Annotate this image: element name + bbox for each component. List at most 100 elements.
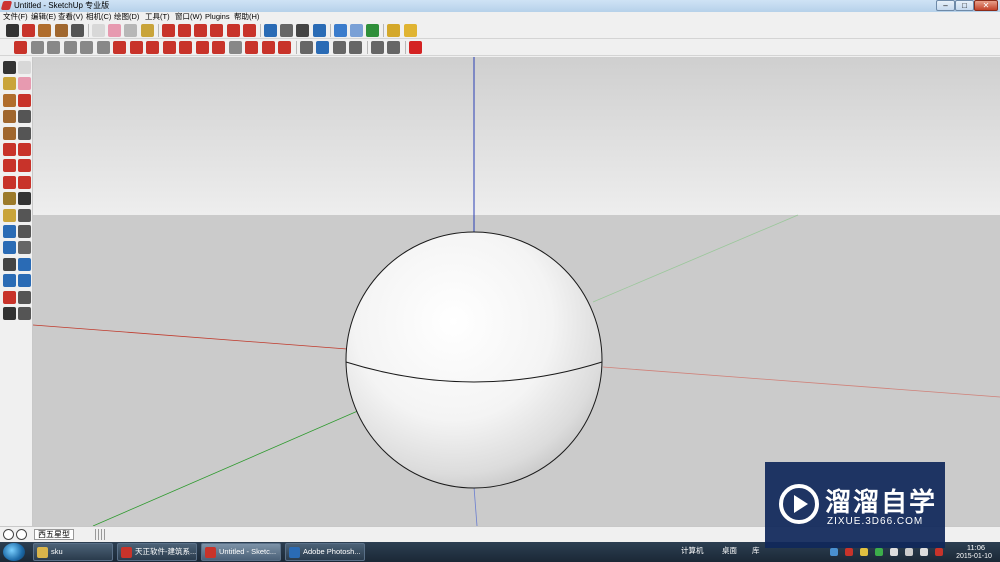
position-camera-icon[interactable]: [3, 290, 16, 304]
sphere[interactable]: [345, 231, 603, 489]
3d-warehouse-icon[interactable]: [333, 24, 347, 37]
taskbar-item-tangent[interactable]: 天正软件-建筑系...: [117, 543, 197, 561]
update-icon[interactable]: [860, 548, 868, 556]
text-tool-icon[interactable]: [18, 208, 31, 222]
layout-icon[interactable]: [403, 24, 417, 37]
menu-window[interactable]: 窗口(W): [175, 12, 202, 22]
followme-tool-icon[interactable]: [18, 159, 31, 173]
orbit-icon[interactable]: [264, 24, 277, 37]
previous-view-icon[interactable]: [3, 274, 16, 288]
orbit-tool-icon[interactable]: [3, 241, 16, 255]
close-button[interactable]: ✕: [974, 0, 998, 11]
line-tool-icon[interactable]: [162, 41, 176, 54]
su-plugin-icon[interactable]: [408, 41, 422, 54]
circle-icon[interactable]: [54, 24, 68, 37]
menu-tools[interactable]: 工具(T): [145, 12, 170, 22]
push-pull-icon[interactable]: [161, 24, 175, 37]
menu-draw[interactable]: 绘图(D): [114, 12, 139, 22]
eraser-icon[interactable]: [108, 24, 122, 37]
pan-tool-icon[interactable]: [18, 241, 31, 255]
next-view-icon[interactable]: [18, 274, 31, 288]
measurements-box[interactable]: 西五星型: [34, 529, 74, 540]
make-component-icon[interactable]: [92, 24, 105, 37]
look-around-icon[interactable]: [18, 290, 31, 304]
curved-surface-icon[interactable]: [228, 41, 242, 54]
share-model-icon[interactable]: [350, 24, 363, 37]
line-icon[interactable]: [18, 93, 31, 107]
get-components-icon[interactable]: [366, 24, 380, 37]
menu-plugins[interactable]: Plugins: [205, 12, 230, 22]
section-tool-icon[interactable]: [18, 307, 31, 320]
menu-help[interactable]: 帮助(H): [234, 12, 259, 22]
wall-tool-icon[interactable]: [30, 41, 44, 54]
weld-icon[interactable]: [278, 41, 291, 54]
axes-icon[interactable]: [3, 225, 16, 238]
rotate-tool-icon[interactable]: [3, 159, 16, 173]
tape-icon[interactable]: [3, 192, 16, 206]
freehand-icon[interactable]: [18, 126, 31, 140]
arc-tool-icon[interactable]: [18, 110, 31, 124]
railing-icon[interactable]: [80, 41, 93, 54]
trim-icon[interactable]: [212, 41, 225, 54]
explode-icon[interactable]: [387, 41, 400, 54]
scale-icon[interactable]: [226, 24, 240, 37]
taskbar-item-photoshop[interactable]: Adobe Photosh...: [285, 543, 365, 561]
taskbar-item-sketchup[interactable]: Untitled - Sketc...: [201, 543, 281, 561]
walk-icon[interactable]: [299, 41, 313, 54]
circle-tool-icon[interactable]: [3, 110, 16, 124]
move-tool-icon[interactable]: [3, 143, 16, 156]
section-plane-icon[interactable]: [14, 41, 27, 54]
dimension-tool-icon[interactable]: [18, 192, 31, 206]
arc-icon[interactable]: [70, 24, 84, 37]
pan-icon[interactable]: [280, 24, 294, 37]
zoom-extents-icon[interactable]: [312, 24, 326, 37]
polygon-icon[interactable]: [3, 126, 16, 140]
pushpull-tool-icon[interactable]: [18, 143, 31, 156]
text-icon[interactable]: [332, 41, 346, 54]
tray-computer-label[interactable]: 计算机: [681, 542, 704, 560]
pencil-icon[interactable]: [22, 24, 36, 37]
window-icon[interactable]: [129, 41, 143, 54]
menu-file[interactable]: 文件(F): [3, 12, 28, 22]
array-icon[interactable]: [370, 41, 384, 54]
zoom-tool-icon[interactable]: [3, 257, 16, 271]
clock-time[interactable]: 11:06: [956, 543, 996, 552]
scale-tool-icon[interactable]: [3, 175, 16, 189]
paint-icon[interactable]: [3, 77, 16, 91]
rectangle-icon[interactable]: [38, 24, 52, 37]
move-icon[interactable]: [178, 24, 191, 37]
volume-icon[interactable]: [905, 548, 913, 556]
zoom-window-icon[interactable]: [18, 257, 31, 271]
dimension-icon[interactable]: [316, 41, 329, 54]
zoom-icon[interactable]: [296, 24, 310, 37]
input-method-icon[interactable]: [920, 548, 928, 556]
tray-desktop-label[interactable]: 桌面: [722, 542, 737, 560]
menu-camera[interactable]: 相机(C): [86, 12, 111, 22]
grid-icon[interactable]: [349, 41, 362, 54]
protractor-icon[interactable]: [3, 208, 16, 222]
security-icon[interactable]: [845, 548, 853, 556]
alert-icon[interactable]: [935, 548, 943, 556]
network-icon[interactable]: [830, 548, 838, 556]
taskbar-item-sku[interactable]: sku: [33, 543, 113, 561]
plank-icon[interactable]: [179, 41, 192, 54]
rotate-icon[interactable]: [194, 24, 208, 37]
walk-tool-icon[interactable]: [3, 307, 16, 320]
paint-bucket-icon[interactable]: [140, 24, 154, 37]
maximize-button[interactable]: □: [955, 0, 974, 11]
menu-view[interactable]: 查看(V): [58, 12, 83, 22]
info-icon[interactable]: [3, 529, 14, 540]
stairs-icon[interactable]: [63, 41, 77, 54]
roof-icon[interactable]: [96, 41, 110, 54]
antivirus-icon[interactable]: [875, 548, 883, 556]
flag-icon[interactable]: [890, 548, 898, 556]
start-button[interactable]: [3, 543, 25, 561]
follow-me-icon[interactable]: [210, 24, 224, 37]
curve-icon[interactable]: [195, 41, 209, 54]
model-canvas[interactable]: [33, 57, 1000, 526]
offset-tool-icon[interactable]: [18, 175, 31, 189]
rect-icon[interactable]: [3, 93, 16, 107]
select-icon[interactable]: [3, 61, 16, 74]
tape-measure-icon[interactable]: [124, 24, 138, 37]
component-icon[interactable]: [18, 61, 31, 74]
